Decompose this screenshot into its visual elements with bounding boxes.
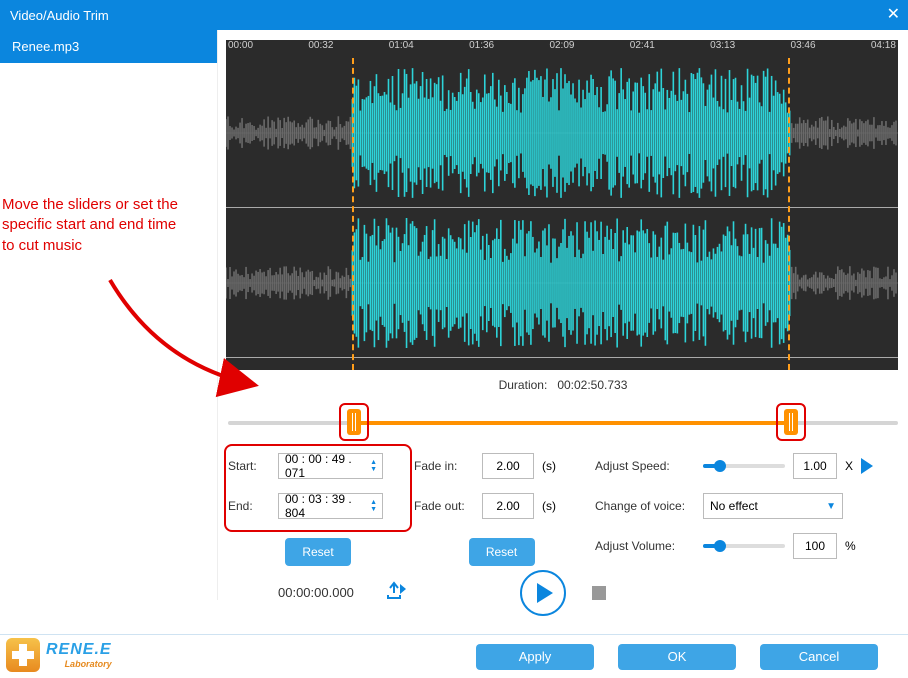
play-icon (537, 583, 553, 603)
window-title: Video/Audio Trim (10, 8, 109, 23)
close-icon[interactable]: ✕ (887, 4, 900, 24)
voice-label: Change of voice: (595, 499, 695, 513)
footer-bar: Apply OK Cancel (0, 634, 908, 678)
speed-input[interactable] (793, 453, 837, 479)
duration-label: Duration: (499, 378, 548, 392)
duration-value: 00:02:50.733 (557, 378, 627, 392)
reset-trim-button[interactable]: Reset (285, 538, 351, 566)
voice-select[interactable]: No effect ▼ (703, 493, 843, 519)
selection-overlay (352, 58, 790, 370)
fade-out-label: Fade out: (414, 499, 474, 513)
reset-fade-button[interactable]: Reset (469, 538, 535, 566)
fade-in-input[interactable] (482, 453, 534, 479)
ok-button[interactable]: OK (618, 644, 736, 670)
fade-unit: (s) (542, 499, 556, 513)
fade-in-label: Fade in: (414, 459, 474, 473)
annotation-highlight-start (339, 403, 369, 441)
stop-button[interactable] (592, 586, 606, 600)
annotation-arrow (100, 270, 340, 410)
sidebar-item-file[interactable]: Renee.mp3 (0, 30, 217, 63)
volume-input[interactable] (793, 533, 837, 559)
annotation-highlight-end (776, 403, 806, 441)
sidebar-item-label: Renee.mp3 (12, 39, 79, 54)
speed-preview-icon[interactable] (861, 458, 873, 474)
annotation-highlight-times (224, 444, 412, 532)
volume-slider[interactable] (703, 544, 785, 548)
adjust-panel: Adjust Speed: X Change of voice: No effe… (595, 440, 898, 572)
fade-panel: Fade in: (s) Fade out: (s) Reset (414, 440, 589, 572)
apply-button[interactable]: Apply (476, 644, 594, 670)
chevron-down-icon: ▼ (826, 501, 836, 512)
titlebar: Video/Audio Trim ✕ (0, 0, 908, 30)
speed-unit: X (845, 459, 853, 473)
playback-bar: 00:00:00.000 (218, 565, 908, 620)
export-icon[interactable] (386, 581, 406, 604)
volume-unit: % (845, 539, 856, 553)
play-button[interactable] (520, 570, 566, 616)
volume-label: Adjust Volume: (595, 539, 695, 553)
annotation-text: Move the sliders or set the specific sta… (2, 195, 182, 256)
cancel-button[interactable]: Cancel (760, 644, 878, 670)
slider-fill (354, 421, 791, 425)
speed-label: Adjust Speed: (595, 459, 695, 473)
fade-out-input[interactable] (482, 493, 534, 519)
playback-time: 00:00:00.000 (278, 585, 354, 600)
fade-unit: (s) (542, 459, 556, 473)
speed-slider[interactable] (703, 464, 785, 468)
time-ruler: 00:00 00:32 01:04 01:36 02:09 02:41 03:1… (226, 40, 898, 58)
